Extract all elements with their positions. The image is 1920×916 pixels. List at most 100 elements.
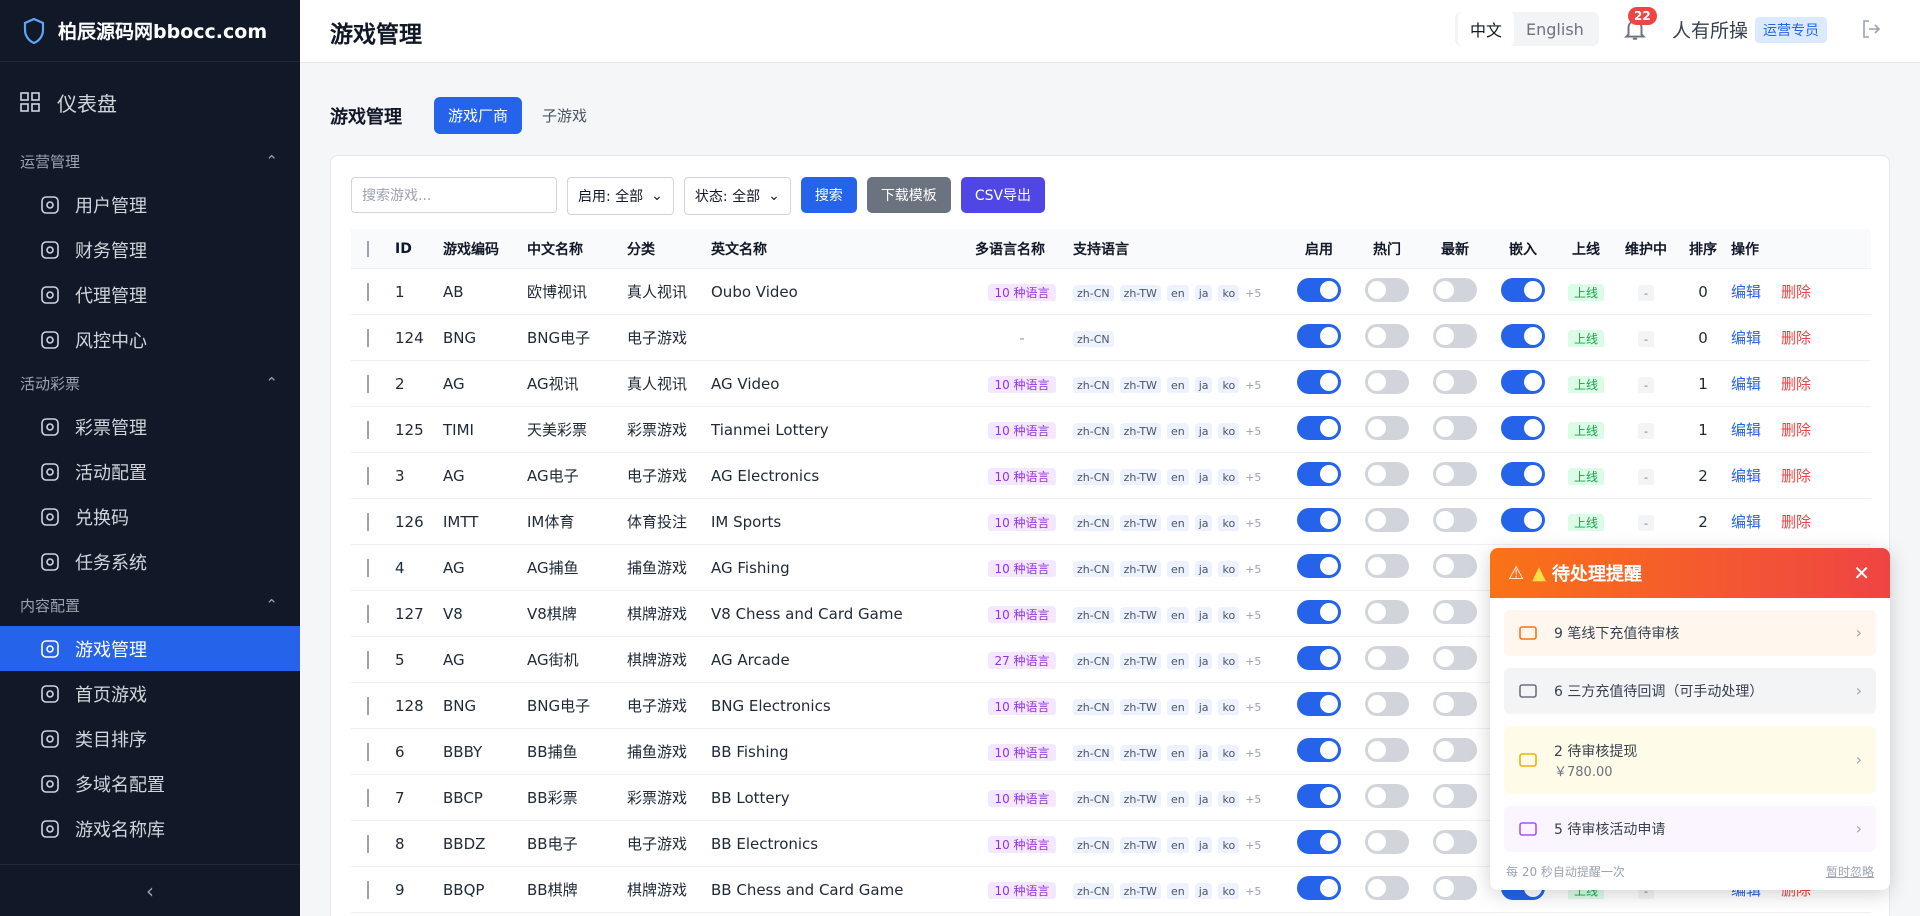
- newest-toggle[interactable]: [1433, 829, 1477, 854]
- enabled-toggle[interactable]: [1297, 737, 1341, 762]
- alert-item[interactable]: 6 三方充值待回调（可手动处理） ›: [1504, 668, 1876, 714]
- sidebar-group-header[interactable]: 活动彩票 ⌃: [0, 362, 300, 404]
- enabled-toggle[interactable]: [1297, 369, 1341, 394]
- edit-link[interactable]: 编辑: [1731, 375, 1761, 393]
- delete-link[interactable]: 删除: [1781, 329, 1811, 347]
- delete-link[interactable]: 删除: [1781, 421, 1811, 439]
- sidebar-item-gamepad[interactable]: 游戏管理: [0, 626, 300, 671]
- status-select[interactable]: 状态: 全部 ⌄: [683, 177, 791, 215]
- hot-toggle[interactable]: [1365, 507, 1409, 532]
- enabled-toggle[interactable]: [1297, 599, 1341, 624]
- newest-toggle[interactable]: [1433, 737, 1477, 762]
- hot-toggle[interactable]: [1365, 277, 1409, 302]
- row-checkbox[interactable]: [367, 328, 369, 347]
- username[interactable]: 人有所操: [1672, 16, 1748, 43]
- alert-item[interactable]: 2 待审核提现 ￥780.00 ›: [1504, 726, 1876, 794]
- sidebar-item-wallet[interactable]: 财务管理: [0, 227, 300, 272]
- sidebar-item-gift[interactable]: 活动配置: [0, 449, 300, 494]
- edit-link[interactable]: 编辑: [1731, 329, 1761, 347]
- embed-toggle[interactable]: [1501, 323, 1545, 348]
- enabled-toggle[interactable]: [1297, 553, 1341, 578]
- newest-toggle[interactable]: [1433, 783, 1477, 808]
- row-checkbox[interactable]: [367, 834, 369, 853]
- edit-link[interactable]: 编辑: [1731, 513, 1761, 531]
- row-checkbox[interactable]: [367, 282, 369, 301]
- hot-toggle[interactable]: [1365, 599, 1409, 624]
- lang-zh-button[interactable]: 中文: [1458, 12, 1515, 46]
- hot-toggle[interactable]: [1365, 875, 1409, 900]
- newest-toggle[interactable]: [1433, 553, 1477, 578]
- embed-toggle[interactable]: [1501, 277, 1545, 302]
- newest-toggle[interactable]: [1433, 277, 1477, 302]
- search-input[interactable]: 搜索游戏...: [351, 177, 557, 213]
- enabled-toggle[interactable]: [1297, 691, 1341, 716]
- th-cb[interactable]: [351, 240, 391, 257]
- enabled-toggle[interactable]: [1297, 507, 1341, 532]
- edit-link[interactable]: 编辑: [1731, 467, 1761, 485]
- sidebar-item-shield[interactable]: 风控中心: [0, 317, 300, 362]
- hot-toggle[interactable]: [1365, 369, 1409, 394]
- enabled-select[interactable]: 启用: 全部 ⌄: [567, 177, 674, 215]
- delete-link[interactable]: 删除: [1781, 375, 1811, 393]
- embed-toggle[interactable]: [1501, 415, 1545, 440]
- newest-toggle[interactable]: [1433, 645, 1477, 670]
- sidebar-item-list[interactable]: 类目排序: [0, 716, 300, 761]
- row-checkbox[interactable]: [367, 880, 369, 899]
- edit-link[interactable]: 编辑: [1731, 421, 1761, 439]
- lang-en-button[interactable]: English: [1514, 15, 1596, 44]
- enabled-toggle[interactable]: [1297, 829, 1341, 854]
- row-checkbox[interactable]: [367, 788, 369, 807]
- embed-toggle[interactable]: [1501, 369, 1545, 394]
- sidebar-item-target[interactable]: 任务系统: [0, 539, 300, 584]
- sidebar-item-users[interactable]: 用户管理: [0, 182, 300, 227]
- hot-toggle[interactable]: [1365, 829, 1409, 854]
- edit-link[interactable]: 编辑: [1731, 283, 1761, 301]
- select-all-checkbox[interactable]: [367, 240, 369, 257]
- sidebar-group-header[interactable]: 运营管理 ⌃: [0, 140, 300, 182]
- row-checkbox[interactable]: [367, 696, 369, 715]
- hot-toggle[interactable]: [1365, 415, 1409, 440]
- dismiss-link[interactable]: 暂时忽略: [1826, 863, 1874, 880]
- enabled-toggle[interactable]: [1297, 875, 1341, 900]
- newest-toggle[interactable]: [1433, 875, 1477, 900]
- brand[interactable]: 柏辰源码网bbocc.com: [0, 0, 300, 62]
- hot-toggle[interactable]: [1365, 645, 1409, 670]
- sidebar-item-globe[interactable]: 多域名配置: [0, 761, 300, 806]
- enabled-toggle[interactable]: [1297, 461, 1341, 486]
- alert-item[interactable]: 9 笔线下充值待审核 ›: [1504, 610, 1876, 656]
- alert-item[interactable]: 5 待审核活动申请 ›: [1504, 806, 1876, 852]
- sidebar-item-agent[interactable]: 代理管理: [0, 272, 300, 317]
- embed-toggle[interactable]: [1501, 461, 1545, 486]
- hot-toggle[interactable]: [1365, 553, 1409, 578]
- enabled-toggle[interactable]: [1297, 323, 1341, 348]
- sidebar-collapse-button[interactable]: ‹: [0, 864, 300, 916]
- row-checkbox[interactable]: [367, 420, 369, 439]
- logout-icon[interactable]: [1860, 18, 1882, 40]
- embed-toggle[interactable]: [1501, 507, 1545, 532]
- tab-vendor[interactable]: 游戏厂商: [434, 97, 523, 134]
- hot-toggle[interactable]: [1365, 737, 1409, 762]
- sidebar-item-book[interactable]: 游戏名称库: [0, 806, 300, 851]
- enabled-toggle[interactable]: [1297, 277, 1341, 302]
- sidebar-item-lottery[interactable]: 彩票管理: [0, 404, 300, 449]
- newest-toggle[interactable]: [1433, 691, 1477, 716]
- newest-toggle[interactable]: [1433, 507, 1477, 532]
- close-icon[interactable]: ✕: [1853, 561, 1870, 585]
- enabled-toggle[interactable]: [1297, 645, 1341, 670]
- hot-toggle[interactable]: [1365, 691, 1409, 716]
- delete-link[interactable]: 删除: [1781, 513, 1811, 531]
- download-template-button[interactable]: 下载模板: [866, 177, 951, 213]
- sidebar-group-header[interactable]: 内容配置 ⌃: [0, 584, 300, 626]
- hot-toggle[interactable]: [1365, 323, 1409, 348]
- enabled-toggle[interactable]: [1297, 783, 1341, 808]
- newest-toggle[interactable]: [1433, 599, 1477, 624]
- hot-toggle[interactable]: [1365, 461, 1409, 486]
- sidebar-item-ticket[interactable]: 兑换码: [0, 494, 300, 539]
- row-checkbox[interactable]: [367, 374, 369, 393]
- delete-link[interactable]: 删除: [1781, 283, 1811, 301]
- row-checkbox[interactable]: [367, 512, 369, 531]
- row-checkbox[interactable]: [367, 604, 369, 623]
- sidebar-item-dashboard[interactable]: 仪表盘: [0, 64, 300, 140]
- sidebar-item-grid[interactable]: 首页游戏: [0, 671, 300, 716]
- row-checkbox[interactable]: [367, 558, 369, 577]
